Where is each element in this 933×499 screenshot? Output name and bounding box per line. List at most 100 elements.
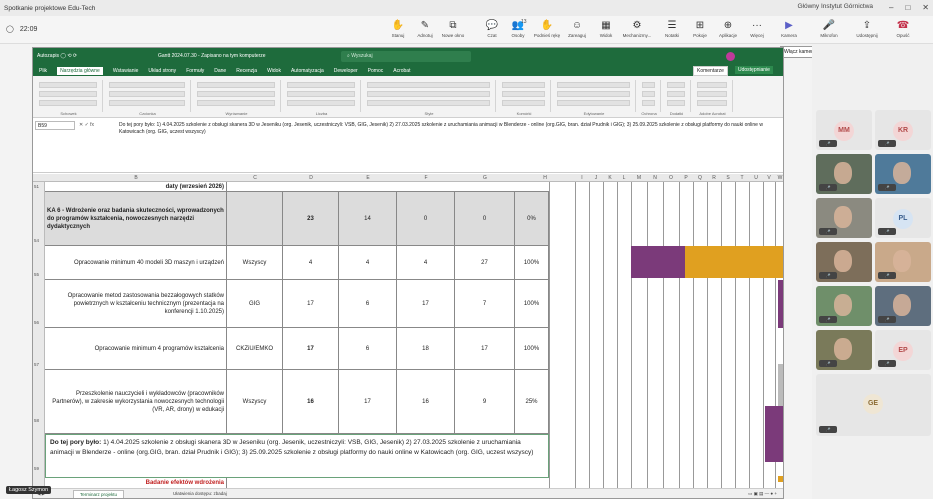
ribbon-button-icon[interactable]: [367, 82, 490, 88]
cell[interactable]: 27: [455, 246, 515, 279]
cell[interactable]: 0%: [515, 192, 549, 245]
gantt-bar[interactable]: [778, 280, 783, 328]
menu-item[interactable]: Narzędzia główne: [57, 66, 103, 75]
cell[interactable]: CKZiU/EMKO: [227, 328, 283, 369]
search-input[interactable]: ⌕ Wyszukaj: [341, 51, 471, 62]
row-header[interactable]: 59: [34, 466, 39, 471]
ribbon-button-icon[interactable]: [697, 100, 727, 106]
cell[interactable]: KA 6 - Wdrożenie oraz badania skutecznoś…: [45, 192, 227, 245]
stanuj-button[interactable]: ✋ Stanuj: [383, 19, 413, 43]
ribbon-button-icon[interactable]: [667, 100, 685, 106]
participant-tile[interactable]: KR 🎤: [875, 110, 931, 150]
row-header[interactable]: 51: [34, 184, 39, 189]
adnotuj-button[interactable]: ✎ Adnotuj: [410, 19, 440, 43]
nowe-okno-button[interactable]: ⧉ Nowe okno: [438, 19, 468, 43]
cell[interactable]: 17: [283, 328, 339, 369]
row-header[interactable]: 54: [34, 238, 39, 243]
column-header[interactable]: P: [679, 175, 693, 181]
column-header[interactable]: B: [45, 175, 227, 181]
mikrofon-button[interactable]: 🎤 Mikrofon: [814, 19, 844, 43]
column-header[interactable]: M: [631, 175, 647, 181]
column-header[interactable]: T: [735, 175, 749, 181]
note-cell[interactable]: Do tej pory było: 1) 4.04.2025 szkolenie…: [45, 434, 549, 478]
column-header[interactable]: L: [617, 175, 631, 181]
column-header[interactable]: V: [763, 175, 775, 181]
menu-item[interactable]: Automatyzacja: [291, 68, 324, 74]
ribbon-button-icon[interactable]: [502, 91, 545, 97]
column-header[interactable]: D: [283, 175, 339, 181]
cell[interactable]: Opracowanie metod zastosowania bezzałogo…: [45, 280, 227, 327]
ribbon-group[interactable]: Dodatki: [663, 80, 691, 116]
menu-item[interactable]: Formuły: [186, 68, 204, 74]
cell[interactable]: 23: [283, 192, 339, 245]
ribbon-button-icon[interactable]: [287, 91, 355, 97]
ribbon-button-icon[interactable]: [109, 100, 185, 106]
ribbon-button-icon[interactable]: [642, 100, 655, 106]
column-header[interactable]: R: [707, 175, 721, 181]
ribbon-group[interactable]: Ochrona: [638, 80, 661, 116]
cell[interactable]: 0: [455, 192, 515, 245]
participant-tile[interactable]: 🎤: [875, 242, 931, 282]
accessibility-status[interactable]: Ułatwienia dostępu: zbadaj: [173, 491, 227, 496]
ribbon-group[interactable]: Adobe Acrobat: [693, 80, 733, 116]
column-header[interactable]: O: [663, 175, 679, 181]
column-header[interactable]: E: [339, 175, 397, 181]
udostępnij-button[interactable]: ⇪ Udostępnij: [852, 19, 882, 43]
column-header[interactable]: S: [721, 175, 735, 181]
column-header[interactable]: F: [397, 175, 455, 181]
cell[interactable]: 100%: [515, 328, 549, 369]
participant-tile[interactable]: 🎤: [816, 198, 872, 238]
cell[interactable]: 100%: [515, 246, 549, 279]
pokoje-button[interactable]: ⊞ Pokoje: [685, 19, 715, 43]
name-box[interactable]: B59: [35, 121, 75, 130]
osoby-button[interactable]: 👥 13 Osoby: [503, 19, 533, 43]
cell[interactable]: 25%: [515, 370, 549, 433]
cell[interactable]: 6: [339, 328, 397, 369]
ribbon-button-icon[interactable]: [667, 82, 685, 88]
notatki-button[interactable]: ☰ Notatki: [657, 19, 687, 43]
cell[interactable]: 17: [283, 280, 339, 327]
ribbon-group[interactable]: Schowek: [35, 80, 103, 116]
opuść-button[interactable]: ☎ Opuść: [888, 19, 918, 43]
cell[interactable]: Badanie efektów wdrożenia: [45, 478, 227, 488]
cell[interactable]: Wszyscy: [227, 246, 283, 279]
menu-item[interactable]: Układ strony: [148, 68, 176, 74]
cell[interactable]: [227, 192, 283, 245]
zareaguj-button[interactable]: ☺ Zareaguj: [562, 19, 592, 43]
gantt-bar[interactable]: [631, 246, 687, 278]
cell[interactable]: Wszyscy: [227, 370, 283, 433]
ribbon-button-icon[interactable]: [39, 82, 97, 88]
minimize-icon[interactable]: –: [889, 3, 893, 12]
cell[interactable]: 16: [283, 370, 339, 433]
participant-tile[interactable]: 🎤: [816, 154, 872, 194]
ribbon-button-icon[interactable]: [667, 91, 685, 97]
sheet-tab[interactable]: Terminarz projektu: [73, 490, 125, 498]
cell[interactable]: 4: [339, 246, 397, 279]
column-header[interactable]: Q: [693, 175, 707, 181]
cell[interactable]: 17: [339, 370, 397, 433]
ribbon-group[interactable]: Czcionka: [105, 80, 191, 116]
column-header[interactable]: J: [589, 175, 603, 181]
row-header[interactable]: 58: [34, 418, 39, 423]
cell[interactable]: 9: [455, 370, 515, 433]
autosave-label[interactable]: Autozapis ◯ ⟲ ⟳: [37, 53, 77, 59]
menu-item[interactable]: Deweloper: [334, 68, 358, 74]
ribbon-button-icon[interactable]: [697, 91, 727, 97]
gantt-bar[interactable]: [765, 406, 783, 462]
cell[interactable]: 17: [397, 280, 455, 327]
ribbon-button-icon[interactable]: [197, 91, 275, 97]
cell[interactable]: 7: [455, 280, 515, 327]
fx-icon[interactable]: ✕ ✓ fx: [79, 122, 94, 128]
column-header[interactable]: K: [603, 175, 617, 181]
ribbon-button-icon[interactable]: [557, 91, 630, 97]
ribbon-button-icon[interactable]: [697, 82, 727, 88]
cell[interactable]: 4: [283, 246, 339, 279]
cell[interactable]: 14: [339, 192, 397, 245]
row-header[interactable]: 56: [34, 320, 39, 325]
cell[interactable]: 4: [397, 246, 455, 279]
column-header[interactable]: W: [775, 175, 783, 181]
menu-item[interactable]: Recenzja: [236, 68, 257, 74]
ribbon-group[interactable]: Wyrównanie: [193, 80, 281, 116]
ribbon-button-icon[interactable]: [367, 91, 490, 97]
cell[interactable]: 0: [397, 192, 455, 245]
